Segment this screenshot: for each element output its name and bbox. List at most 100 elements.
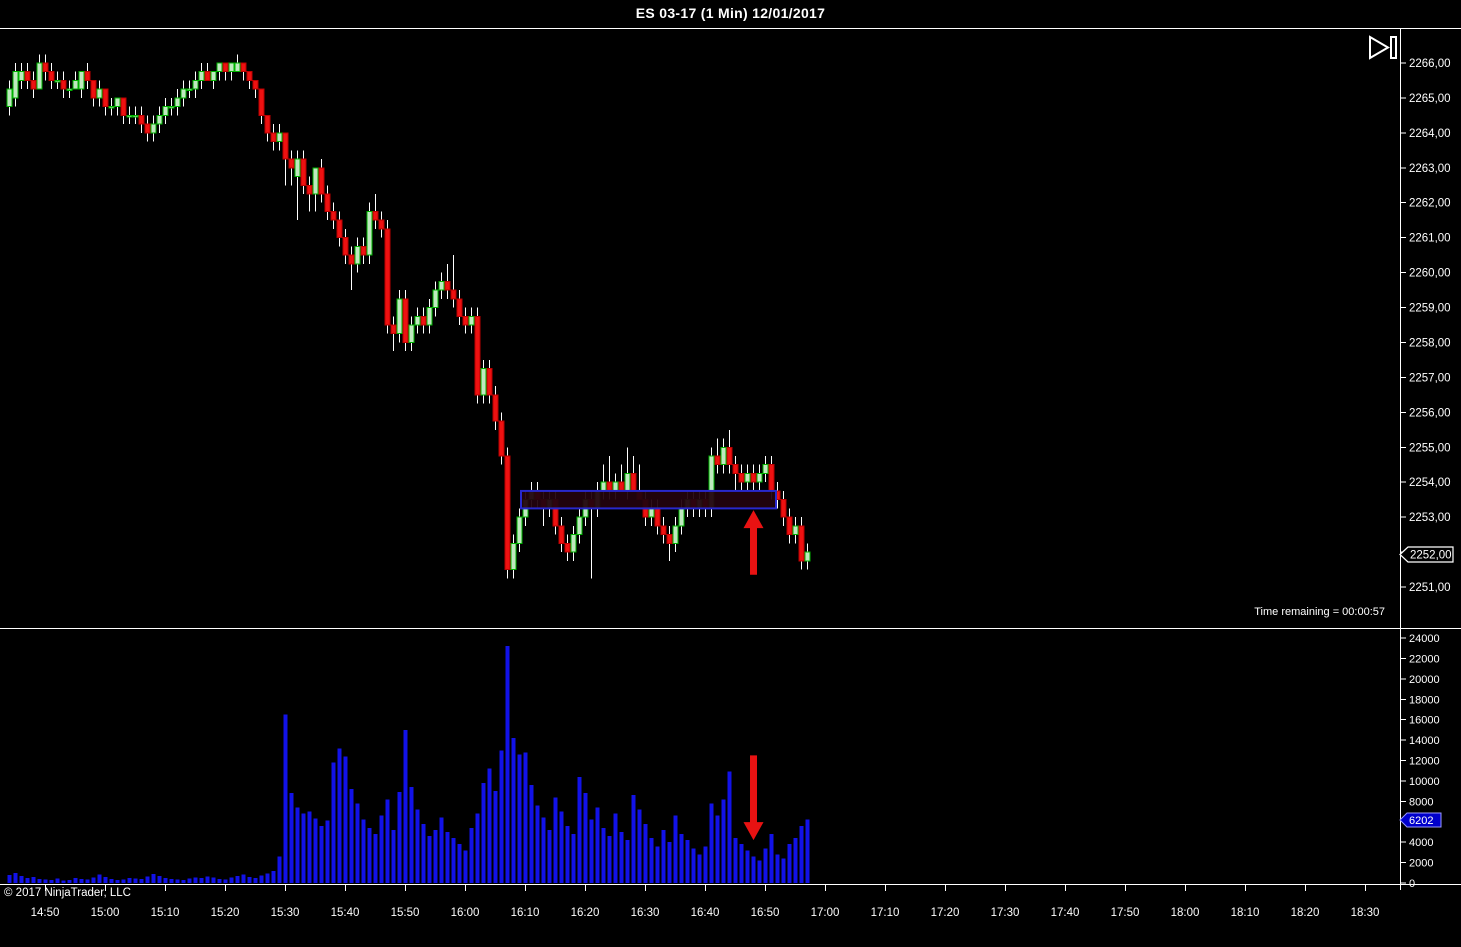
time-tick-label: 17:30: [991, 907, 1020, 919]
candle-up: [408, 324, 415, 343]
time-tick-label: 16:50: [751, 907, 780, 919]
volume-bar: [649, 838, 654, 883]
candle-down: [300, 158, 307, 186]
volume-bar: [463, 850, 468, 883]
volume-bar: [583, 793, 588, 883]
candle-down: [336, 219, 343, 239]
candle-down: [324, 193, 331, 212]
go-to-end-icon[interactable]: [1369, 35, 1397, 60]
time-tick-label: 15:50: [391, 907, 420, 919]
volume-bar: [253, 878, 258, 883]
candle-up: [132, 114, 139, 118]
time-tick-label: 18:00: [1171, 907, 1200, 919]
volume-bar: [31, 876, 36, 883]
volume-bar: [91, 877, 96, 883]
candle-up: [294, 158, 301, 178]
time-tick-label: 16:20: [571, 907, 600, 919]
chart-canvas[interactable]: 2266,00 2265,00 2264,00 2263,00 2262,00 2261,…: [0, 0, 1461, 947]
volume-bar: [385, 799, 390, 883]
candle-up: [624, 472, 631, 492]
volume-bar: [709, 803, 714, 883]
volume-bar: [163, 877, 168, 883]
candle-down: [630, 472, 637, 492]
candle-down: [120, 97, 127, 116]
volume-bar: [283, 714, 288, 883]
last-price-marker: 2252,00: [1399, 546, 1454, 563]
candle-up: [198, 71, 205, 81]
volume-bar: [733, 838, 738, 883]
time-tick-label: 17:20: [931, 907, 960, 919]
candle-up: [156, 114, 163, 125]
time-remaining-label: Time remaining = 00:00:57: [1254, 606, 1385, 618]
volume-tick-label: 10000: [1409, 776, 1440, 788]
candle-down: [558, 525, 565, 544]
candle-up: [54, 79, 61, 83]
candle-up: [216, 62, 223, 73]
candle-up: [66, 88, 73, 92]
candle-down: [786, 516, 793, 536]
volume-bar: [607, 836, 612, 883]
volume-bar: [715, 815, 720, 883]
candle-down: [270, 132, 277, 143]
volume-bar: [259, 875, 264, 883]
volume-bar: [181, 879, 186, 883]
volume-bar: [7, 874, 12, 883]
volume-bar: [43, 879, 48, 883]
volume-bar: [619, 831, 624, 883]
candle-down: [258, 88, 265, 116]
copyright-label: © 2017 NinjaTrader, LLC: [4, 887, 131, 899]
time-tick-label: 18:10: [1231, 907, 1260, 919]
time-tick-label: 15:30: [271, 907, 300, 919]
candle-down: [768, 464, 775, 492]
candle-down: [492, 394, 499, 422]
volume-bar: [157, 875, 162, 883]
volume-bar: [403, 729, 408, 883]
volume-bar: [445, 831, 450, 883]
volume-bar: [469, 827, 474, 883]
volume-bar: [205, 876, 210, 883]
down-arrow: [743, 755, 764, 841]
candle-up: [186, 88, 193, 92]
candle-down: [504, 455, 511, 571]
last-price-marker-text: 2252,00: [1410, 550, 1452, 562]
candle-down: [360, 245, 367, 256]
candle-up: [576, 516, 583, 536]
time-tick-label: 15:40: [331, 907, 360, 919]
candle-up: [804, 551, 811, 562]
candle-down: [450, 289, 457, 300]
time-tick-label: 18:30: [1351, 907, 1380, 919]
candle-down: [750, 472, 757, 483]
volume-bar: [19, 875, 24, 883]
volume-bar: [763, 848, 768, 883]
volume-bar: [277, 856, 282, 883]
price-tick-label: 2259,00: [1409, 303, 1451, 315]
candle-up: [396, 298, 403, 335]
volume-bar: [301, 813, 306, 883]
candle-down: [726, 446, 733, 466]
volume-bar: [229, 877, 234, 883]
volume-bar: [691, 848, 696, 883]
candle-down: [204, 71, 211, 81]
volume-bar: [535, 805, 540, 883]
volume-bar: [565, 825, 570, 883]
up-arrow: [743, 510, 764, 575]
volume-bar: [265, 873, 270, 883]
volume-tick-label: 4000: [1409, 837, 1433, 849]
volume-bar: [673, 815, 678, 883]
volume-bar: [13, 872, 18, 883]
volume-bar: [103, 876, 108, 883]
candle-up: [228, 62, 235, 73]
candle-up: [78, 71, 85, 90]
volume-bar: [679, 834, 684, 883]
candle-down: [384, 228, 391, 326]
volume-bar: [571, 834, 576, 883]
volume-bar: [451, 838, 456, 883]
candle-up: [192, 79, 199, 90]
volume-bar: [367, 827, 372, 883]
candle-up: [168, 106, 175, 109]
volume-bar: [271, 870, 276, 883]
candle-down: [780, 499, 787, 518]
time-tick-label: 16:30: [631, 907, 660, 919]
candle-up: [744, 472, 751, 483]
candle-down: [444, 280, 451, 291]
